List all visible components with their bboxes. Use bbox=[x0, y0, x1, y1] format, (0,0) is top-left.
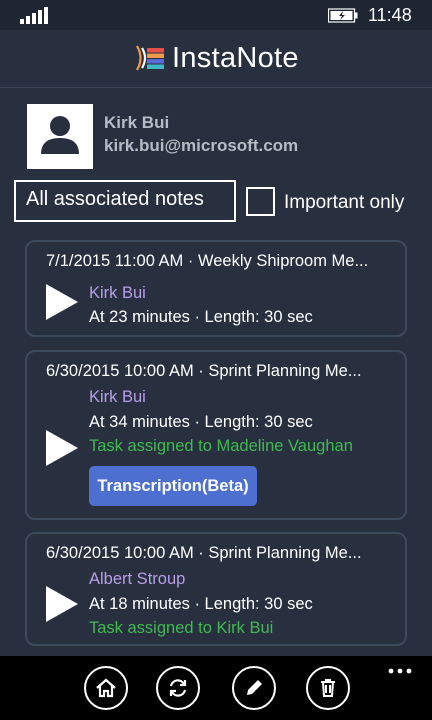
more-icon[interactable] bbox=[388, 668, 412, 674]
edit-icon bbox=[247, 680, 262, 695]
play-icon[interactable] bbox=[46, 284, 78, 320]
delete-icon bbox=[321, 679, 335, 697]
note-card[interactable]: 7/1/2015 11:00 AM · Weekly Shiproom Me..… bbox=[25, 240, 407, 337]
sync-button[interactable] bbox=[156, 666, 200, 710]
note-meta: At 18 minutes · Length: 30 sec bbox=[89, 595, 313, 613]
all-notes-filter-button[interactable]: All associated notes bbox=[14, 180, 236, 222]
play-icon[interactable] bbox=[46, 430, 78, 466]
delete-button[interactable] bbox=[306, 666, 350, 710]
note-author: Albert Stroup bbox=[89, 570, 186, 588]
user-email: kirk.bui@microsoft.com bbox=[104, 136, 299, 155]
edit-button[interactable] bbox=[232, 666, 276, 710]
app-header: InstaNote bbox=[0, 30, 432, 88]
note-title: 6/30/2015 10:00 AM · Sprint Planning Me.… bbox=[46, 362, 362, 380]
transcription-button[interactable]: Transcription(Beta) bbox=[89, 466, 257, 506]
battery-charging-icon bbox=[328, 8, 358, 23]
play-icon[interactable] bbox=[46, 586, 78, 622]
note-task: Task assigned to Madeline Vaughan bbox=[89, 437, 353, 455]
note-title: 6/30/2015 10:00 AM · Sprint Planning Me.… bbox=[46, 544, 362, 562]
note-task: Task assigned to Kirk Bui bbox=[89, 619, 274, 637]
user-name: Kirk Bui bbox=[104, 113, 170, 132]
signal-strength-icon bbox=[20, 6, 50, 24]
app-bar bbox=[0, 656, 432, 720]
status-time: 11:48 bbox=[368, 5, 412, 25]
home-icon bbox=[96, 678, 116, 698]
note-card[interactable]: 6/30/2015 10:00 AM · Sprint Planning Me.… bbox=[25, 532, 407, 646]
instanote-logo-icon bbox=[136, 45, 164, 71]
note-card[interactable]: 6/30/2015 10:00 AM · Sprint Planning Me.… bbox=[25, 350, 407, 520]
note-author: Kirk Bui bbox=[89, 284, 146, 302]
sync-icon bbox=[169, 679, 187, 697]
person-icon bbox=[41, 116, 79, 154]
note-title: 7/1/2015 11:00 AM · Weekly Shiproom Me..… bbox=[46, 252, 369, 270]
note-author: Kirk Bui bbox=[89, 388, 146, 406]
home-button[interactable] bbox=[84, 666, 128, 710]
status-bar: 11:48 bbox=[0, 0, 432, 30]
avatar bbox=[27, 104, 93, 169]
note-meta: At 34 minutes · Length: 30 sec bbox=[89, 413, 313, 431]
important-only-checkbox[interactable] bbox=[246, 187, 275, 216]
note-meta: At 23 minutes · Length: 30 sec bbox=[89, 308, 313, 326]
app-title: InstaNote bbox=[172, 42, 299, 74]
important-only-label[interactable]: Important only bbox=[284, 192, 404, 214]
